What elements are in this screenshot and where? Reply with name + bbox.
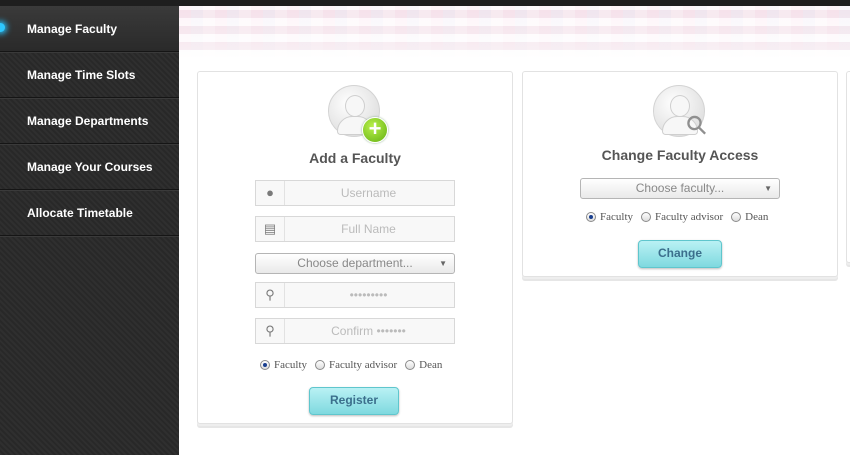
add-faculty-title: Add a Faculty [309,150,401,166]
radio-label: Dean [419,359,443,371]
register-button[interactable]: Register [309,387,399,415]
username-input[interactable] [286,181,451,205]
header-banner [179,6,850,58]
sidebar-item-label: Manage Departments [27,113,149,128]
password-field[interactable]: ⚲ [255,282,455,308]
sidebar-item-manage-departments[interactable]: Manage Departments [0,98,179,144]
sidebar-item-label: Allocate Timetable [27,205,133,220]
confirm-password-input[interactable] [286,319,451,343]
sidebar-item-label: Manage Time Slots [27,67,136,82]
key-icon: ⚲ [256,319,285,343]
add-faculty-card: + Add a Faculty ● ▤ Choose department...… [197,71,513,424]
user-icon: ● [256,181,285,205]
full-name-field[interactable]: ▤ [255,216,455,242]
sidebar-item-label: Manage Your Courses [27,159,153,174]
department-select[interactable]: Choose department... ▼ [255,253,455,274]
radio-button[interactable] [405,360,416,370]
role-option-dean[interactable]: Dean [405,359,442,371]
sidebar-item-allocate-timetable[interactable]: Allocate Timetable [0,190,179,236]
plus-icon: + [362,117,388,143]
change-button[interactable]: Change [638,240,722,268]
faculty-select[interactable]: Choose faculty... ▼ [580,178,780,199]
radio-button[interactable] [586,212,596,222]
sidebar-item-label: Manage Faculty [27,21,118,36]
chevron-down-icon: ▼ [439,259,447,268]
password-input[interactable] [286,283,451,307]
radio-label: Faculty advisor [655,211,724,223]
access-option-faculty[interactable]: Faculty [586,211,633,223]
radio-button[interactable] [260,360,270,370]
role-option-faculty[interactable]: Faculty [260,359,307,371]
sidebar-item-manage-your-courses[interactable]: Manage Your Courses [0,144,179,190]
access-radio-group: Faculty Faculty advisor Dean [586,211,776,223]
radio-label: Faculty [274,359,307,371]
access-option-dean[interactable]: Dean [731,211,768,223]
access-option-faculty-advisor[interactable]: Faculty advisor [641,211,723,223]
chevron-down-icon: ▼ [764,184,772,193]
radio-label: Dean [745,211,769,223]
department-select-value: Choose department... [297,256,413,270]
username-field[interactable]: ● [255,180,455,206]
sidebar-item-manage-faculty[interactable]: Manage Faculty [0,6,179,52]
id-card-icon: ▤ [256,217,285,241]
active-indicator-icon [0,23,5,32]
role-radio-group: Faculty Faculty advisor Dean [260,359,450,371]
radio-button[interactable] [731,212,742,222]
radio-label: Faculty [600,211,633,223]
radio-button[interactable] [315,360,325,370]
partial-card [846,71,850,263]
change-access-title: Change Faculty Access [601,147,759,163]
faculty-select-value: Choose faculty... [635,181,725,195]
sidebar-item-manage-time-slots[interactable]: Manage Time Slots [0,52,179,98]
confirm-password-field[interactable]: ⚲ [255,318,455,344]
full-name-input[interactable] [286,217,451,241]
sidebar-nav: Manage Faculty Manage Time Slots Manage … [0,6,179,455]
change-access-card: ⚲ Change Faculty Access Choose faculty..… [522,71,838,277]
key-icon: ⚲ [256,283,285,307]
role-option-faculty-advisor[interactable]: Faculty advisor [315,359,397,371]
radio-button[interactable] [641,212,651,222]
radio-label: Faculty advisor [329,359,398,371]
